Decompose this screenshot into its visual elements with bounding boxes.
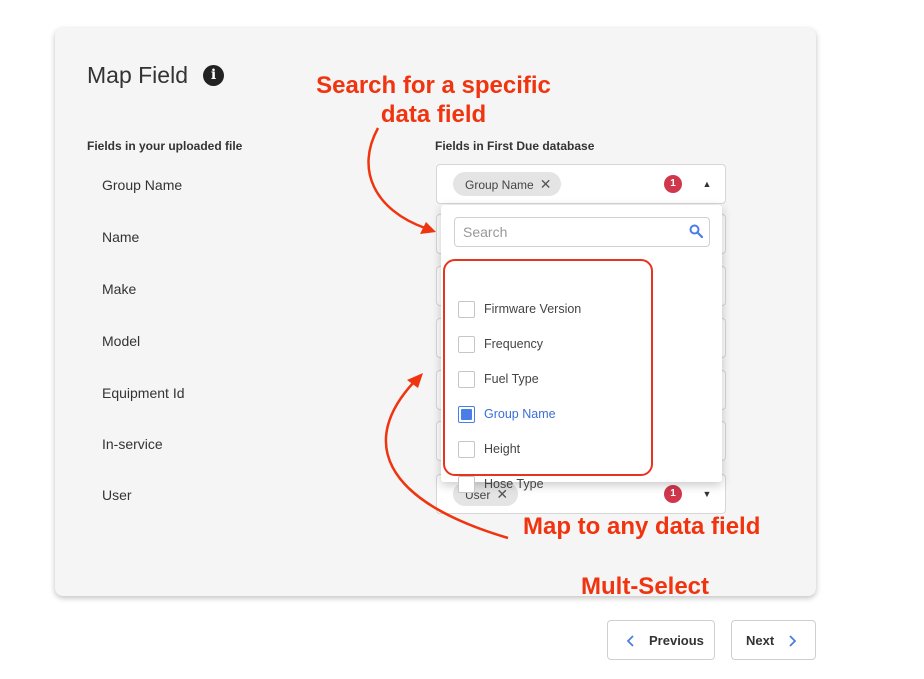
search-annotation: Search for a specific data field [312, 71, 555, 129]
search-annotation-line1: Search for a specific [316, 72, 551, 99]
chevron-right-icon [789, 635, 796, 647]
multi-select-annotation: Mult-Select [581, 573, 710, 600]
previous-button[interactable]: Previous [607, 620, 715, 660]
search-arrow [367, 127, 426, 230]
previous-label: Previous [649, 633, 704, 648]
map-annotation: Map to any data field [523, 513, 761, 540]
chevron-left-icon [627, 635, 634, 647]
map-arrow [384, 381, 509, 540]
search-annotation-line2: data field [380, 101, 487, 128]
next-label: Next [746, 633, 775, 648]
next-button[interactable]: Next [731, 620, 816, 660]
